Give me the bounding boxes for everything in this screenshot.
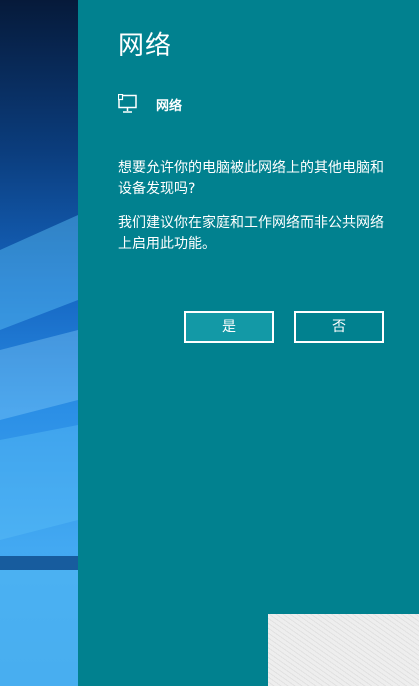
wired-network-icon — [117, 93, 140, 114]
yes-button[interactable]: 是 — [184, 311, 274, 343]
network-entry: 网络 — [117, 92, 183, 116]
discovery-recommendation: 我们建议你在家庭和工作网络而非公共网络上启用此功能。 — [118, 215, 384, 252]
screen: 网络 网络 想要允许你的电脑被此网络上的其他电脑和设备发现吗? 我们建议你在家庭… — [0, 0, 419, 686]
flyout-title: 网络 — [118, 31, 173, 61]
network-flyout-panel: 网络 网络 想要允许你的电脑被此网络上的其他电脑和设备发现吗? 我们建议你在家庭… — [78, 0, 419, 686]
desktop-wallpaper — [0, 0, 78, 686]
network-name: 网络 — [156, 98, 183, 114]
watermark-patch — [268, 614, 419, 686]
no-button[interactable]: 否 — [294, 311, 384, 343]
discovery-question: 想要允许你的电脑被此网络上的其他电脑和设备发现吗? — [118, 160, 384, 197]
